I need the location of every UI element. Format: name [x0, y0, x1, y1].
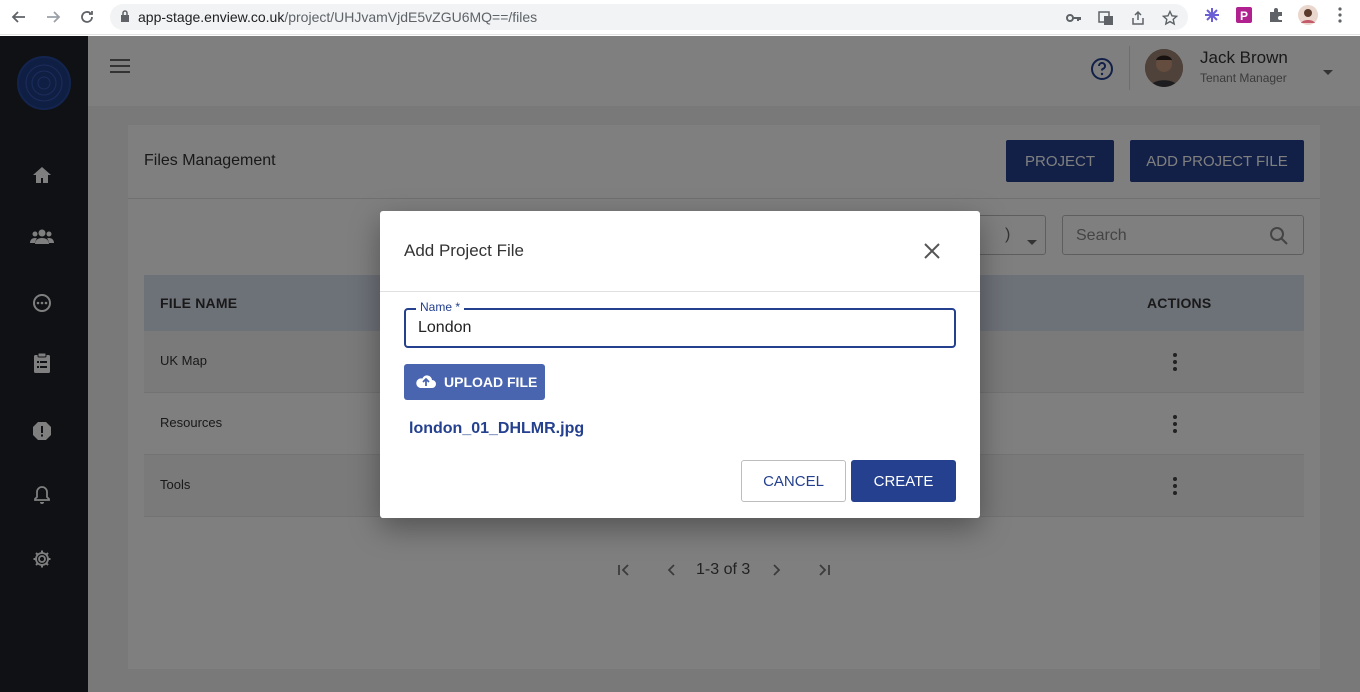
extensions-puzzle-icon[interactable]	[1266, 5, 1286, 25]
uploaded-file-name[interactable]: london_01_DHLMR.jpg	[409, 420, 584, 438]
reload-icon[interactable]	[72, 2, 102, 32]
translate-icon[interactable]	[1096, 8, 1116, 28]
dialog-title: Add Project File	[404, 241, 524, 260]
url-path: /project/UHJvamVjdE5vZGU6MQ==/files	[284, 9, 538, 25]
key-icon[interactable]	[1064, 8, 1084, 28]
extension-snowflake-icon[interactable]	[1202, 5, 1222, 25]
upload-file-button[interactable]: UPLOAD FILE	[404, 364, 545, 400]
dialog-divider	[380, 291, 980, 292]
add-project-file-dialog: Add Project File Name * UPLOAD FILE lond…	[380, 211, 980, 518]
cancel-button[interactable]: CANCEL	[741, 460, 846, 502]
extension-p-icon[interactable]: P	[1234, 5, 1254, 25]
name-field-label: Name *	[416, 300, 465, 314]
name-input[interactable]	[418, 319, 938, 337]
svg-text:P: P	[1240, 9, 1248, 23]
url-host: app-stage.enview.co.uk	[138, 9, 285, 25]
name-field: Name *	[404, 300, 956, 348]
cloud-upload-icon	[416, 374, 436, 391]
close-icon[interactable]	[922, 241, 942, 261]
address-bar[interactable]: app-stage.enview.co.uk/project/UHJvamVjd…	[110, 4, 1188, 30]
create-button[interactable]: CREATE	[851, 460, 956, 502]
forward-icon[interactable]	[38, 2, 68, 32]
profile-avatar-icon[interactable]	[1298, 5, 1318, 25]
browser-toolbar: app-stage.enview.co.uk/project/UHJvamVjd…	[0, 0, 1360, 35]
star-icon[interactable]	[1160, 8, 1180, 28]
browser-menu-icon[interactable]	[1330, 5, 1350, 25]
back-icon[interactable]	[4, 2, 34, 32]
share-icon[interactable]	[1128, 8, 1148, 28]
upload-file-label: UPLOAD FILE	[444, 374, 538, 390]
lock-icon	[120, 9, 130, 25]
